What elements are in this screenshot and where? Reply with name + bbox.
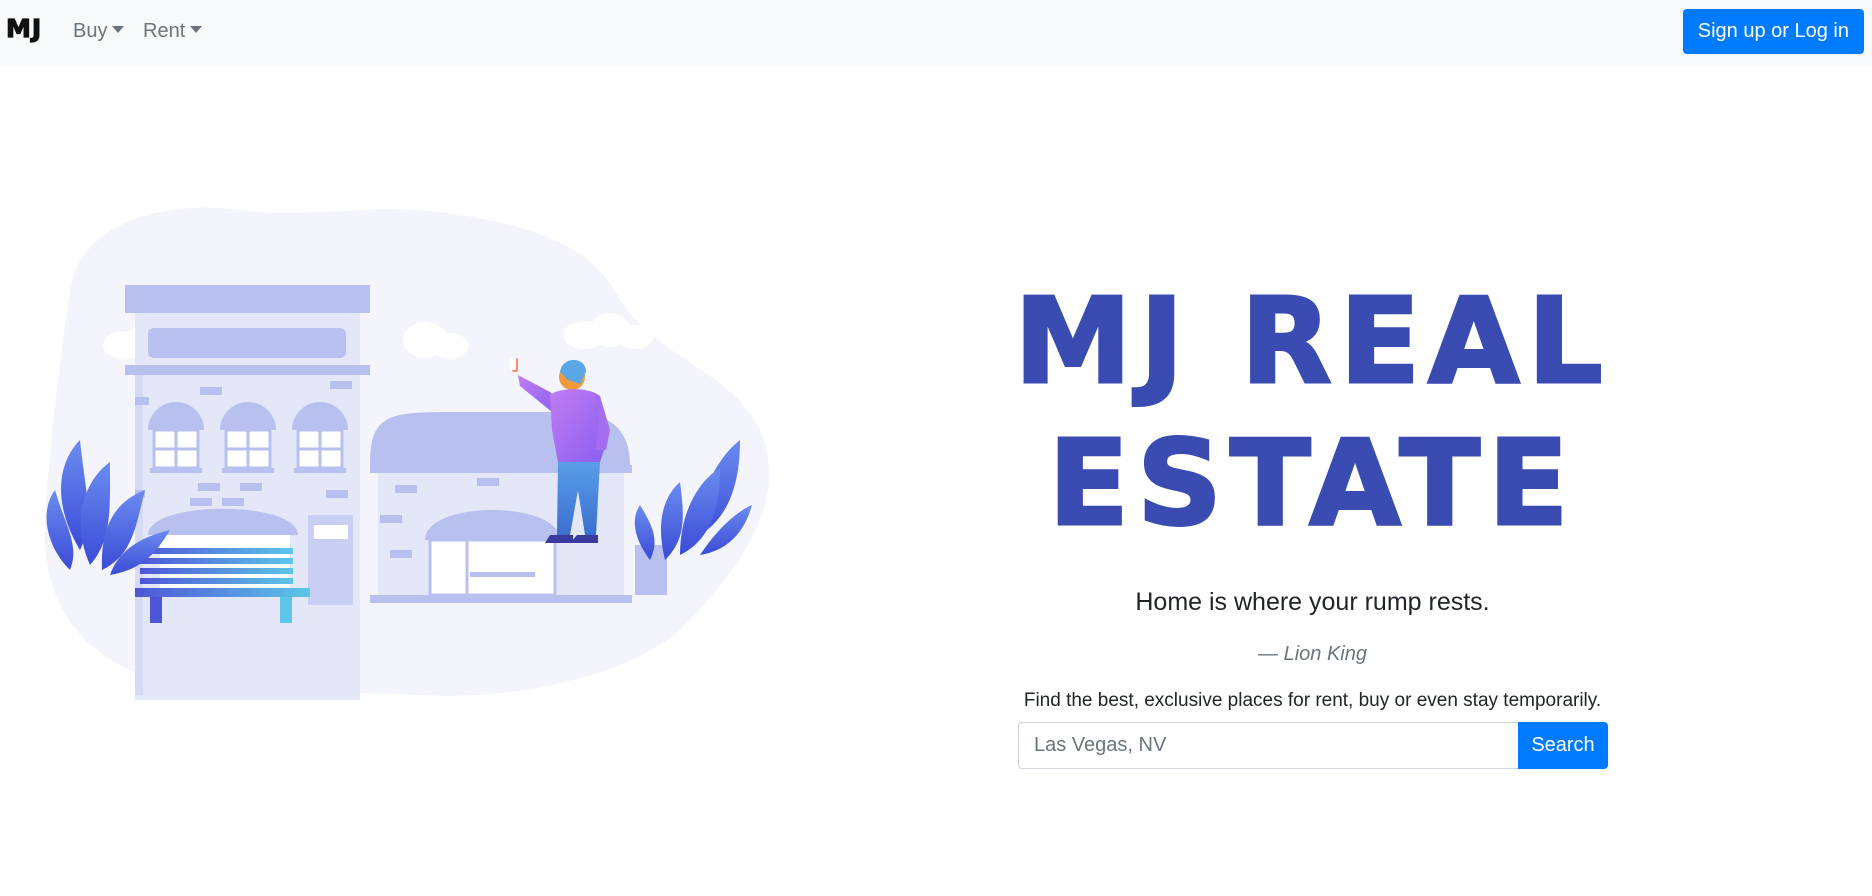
quote-attribution: — Lion King [1258,643,1367,665]
nav-rent-label: Rent [143,20,186,42]
hero-illustration [44,207,769,700]
page-title: MJ REAL ESTATE [980,270,1645,554]
chevron-down-icon [190,26,203,33]
search-form: Search [1018,722,1608,769]
tagline: Home is where your rump rests. [1135,588,1490,616]
hero-section: MJ REAL ESTATE Home is where your rump r… [980,270,1645,712]
nav-buy-label: Buy [73,20,108,42]
title-line-1: MJ REAL [1013,271,1611,412]
nav-dropdown-buy[interactable]: Buy [73,20,125,43]
title-line-2: ESTATE [1047,413,1577,554]
signup-login-button[interactable]: Sign up or Log in [1682,9,1864,54]
nav-dropdown-rent[interactable]: Rent [143,20,203,43]
brand-logo[interactable]: MJ [5,13,42,43]
hero-subtitle: Find the best, exclusive places for rent… [1023,690,1602,711]
navbar: MJ Buy Rent Sign up or Log in [0,0,1872,66]
chevron-down-icon [112,26,125,33]
search-input[interactable] [1018,722,1518,769]
search-button[interactable]: Search [1518,722,1608,769]
